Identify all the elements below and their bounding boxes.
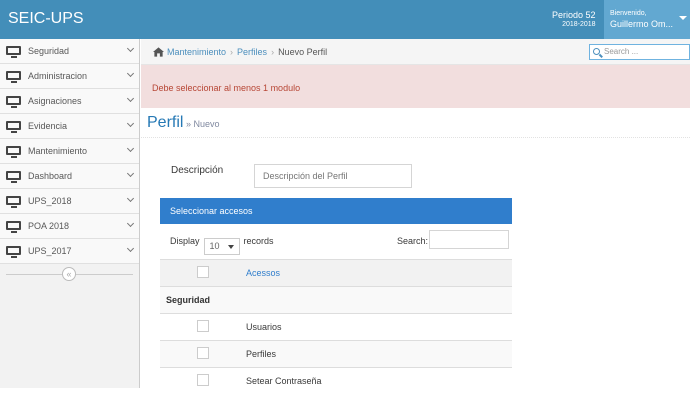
periodo-years: 2018-2018 bbox=[562, 21, 596, 28]
desktop-icon bbox=[6, 221, 21, 233]
desktop-icon bbox=[6, 171, 21, 183]
sidebar-item-administracion[interactable]: Administracion bbox=[0, 64, 139, 89]
access-table: Acessos Seguridad Usuarios Perfiles Sete… bbox=[160, 259, 512, 395]
row-label: Usuarios bbox=[246, 313, 512, 341]
sidebar-item-label: POA 2018 bbox=[28, 221, 70, 231]
breadcrumb-current: Nuevo Perfil bbox=[278, 47, 328, 57]
brand-logo[interactable]: SEIC-UPS bbox=[8, 10, 84, 28]
breadcrumb: Mantenimiento › Perfiles › Nuevo Perfil bbox=[153, 47, 327, 57]
sidebar-item-asignaciones[interactable]: Asignaciones bbox=[0, 89, 139, 114]
chevron-down-icon bbox=[126, 144, 135, 153]
select-all-checkbox[interactable] bbox=[197, 266, 209, 278]
row-label: Perfiles bbox=[246, 340, 512, 368]
table-search-label: Search: bbox=[397, 236, 429, 246]
breadcrumb-separator: › bbox=[271, 47, 275, 57]
table-row: Setear Contraseña bbox=[160, 367, 512, 395]
desktop-icon bbox=[6, 196, 21, 208]
sidebar: Seguridad Administracion Asignaciones Ev… bbox=[0, 39, 140, 388]
periodo-info: Periodo 52 2018-2018 bbox=[552, 10, 596, 30]
breadcrumb-bar: Mantenimiento › Perfiles › Nuevo Perfil Sear… bbox=[141, 39, 690, 65]
search-icon bbox=[593, 48, 600, 55]
sidebar-item-poa-2018[interactable]: POA 2018 bbox=[0, 214, 139, 239]
desktop-icon bbox=[6, 96, 21, 108]
chevron-down-icon bbox=[126, 69, 135, 78]
table-header-row: Acessos bbox=[160, 259, 512, 287]
chevron-down-icon bbox=[126, 194, 135, 203]
panel-title: Seleccionar accesos bbox=[160, 198, 512, 224]
display-label: Display bbox=[170, 236, 200, 246]
periodo-label: Periodo 52 bbox=[552, 10, 596, 20]
desktop-icon bbox=[6, 121, 21, 133]
welcome-text: Bienvenido, bbox=[610, 10, 647, 17]
page-header: Perfil » Nuevo bbox=[141, 108, 690, 138]
chevron-down-icon bbox=[126, 94, 135, 103]
sidebar-collapse-row: « bbox=[0, 264, 139, 284]
sidebar-item-ups-2017[interactable]: UPS_2017 bbox=[0, 239, 139, 264]
table-toolbar: Display 10 records Search: bbox=[160, 224, 512, 259]
table-row: Perfiles bbox=[160, 340, 512, 368]
sidebar-item-label: Mantenimiento bbox=[28, 146, 88, 156]
sidebar-item-label: Administracion bbox=[28, 71, 88, 81]
chevron-down-icon bbox=[126, 244, 135, 253]
page-subtitle: » Nuevo bbox=[185, 119, 220, 129]
user-name: Guillermo Om... bbox=[610, 19, 674, 29]
description-label: Descripción bbox=[171, 165, 224, 176]
top-navbar: SEIC-UPS Periodo 52 2018-2018 Bienvenido… bbox=[0, 0, 690, 39]
caret-down-icon bbox=[679, 16, 687, 20]
chevron-down-icon bbox=[126, 44, 135, 53]
breadcrumb-link-perfiles[interactable]: Perfiles bbox=[237, 47, 267, 57]
breadcrumb-link-mantenimiento[interactable]: Mantenimiento bbox=[167, 47, 226, 57]
group-label: Seguridad bbox=[160, 286, 512, 314]
page-title: Perfil bbox=[147, 114, 184, 131]
description-field[interactable] bbox=[254, 164, 412, 188]
caret-down-icon bbox=[227, 245, 234, 249]
alert-message: Debe seleccionar al menos 1 modulo bbox=[152, 83, 301, 93]
page-length-control: Display 10 records bbox=[170, 236, 274, 255]
row-label: Setear Contraseña bbox=[246, 367, 512, 395]
sidebar-item-seguridad[interactable]: Seguridad bbox=[0, 39, 139, 64]
page-length-value: 10 bbox=[209, 241, 220, 251]
sidebar-collapse-icon[interactable]: « bbox=[62, 267, 76, 281]
sidebar-item-label: Seguridad bbox=[28, 46, 70, 56]
search-placeholder: Search ... bbox=[604, 47, 639, 56]
sidebar-item-mantenimiento[interactable]: Mantenimiento bbox=[0, 139, 139, 164]
breadcrumb-separator: › bbox=[230, 47, 234, 57]
sidebar-item-label: Asignaciones bbox=[28, 96, 82, 106]
sidebar-item-label: UPS_2017 bbox=[28, 246, 72, 256]
row-checkbox[interactable] bbox=[197, 374, 209, 387]
row-checkbox[interactable] bbox=[197, 320, 209, 332]
sidebar-item-evidencia[interactable]: Evidencia bbox=[0, 114, 139, 139]
search-input[interactable]: Search ... bbox=[589, 44, 690, 60]
sidebar-item-dashboard[interactable]: Dashboard bbox=[0, 164, 139, 189]
sidebar-item-label: Dashboard bbox=[28, 171, 73, 181]
chevron-down-icon bbox=[126, 119, 135, 128]
desktop-icon bbox=[6, 246, 21, 258]
table-row: Usuarios bbox=[160, 313, 512, 341]
error-alert: Debe seleccionar al menos 1 modulo bbox=[141, 65, 690, 108]
desktop-icon bbox=[6, 71, 21, 83]
sidebar-item-label: Evidencia bbox=[28, 121, 68, 131]
access-panel: Seleccionar accesos Display 10 records Sea… bbox=[160, 198, 512, 395]
page-length-select[interactable]: 10 bbox=[203, 238, 240, 255]
table-search-input[interactable] bbox=[429, 230, 509, 249]
user-menu[interactable]: Bienvenido, Guillermo Om... bbox=[604, 0, 690, 39]
desktop-icon bbox=[6, 46, 21, 58]
chevron-down-icon bbox=[126, 219, 135, 228]
chevron-down-icon bbox=[126, 169, 135, 178]
desktop-icon bbox=[6, 146, 21, 158]
sidebar-item-ups-2018[interactable]: UPS_2018 bbox=[0, 189, 139, 214]
column-header-accesos[interactable]: Acessos bbox=[246, 259, 512, 287]
group-row: Seguridad bbox=[160, 286, 512, 314]
row-checkbox[interactable] bbox=[197, 347, 209, 359]
records-label: records bbox=[243, 236, 274, 246]
home-icon[interactable] bbox=[153, 47, 164, 57]
sidebar-item-label: UPS_2018 bbox=[28, 196, 72, 206]
